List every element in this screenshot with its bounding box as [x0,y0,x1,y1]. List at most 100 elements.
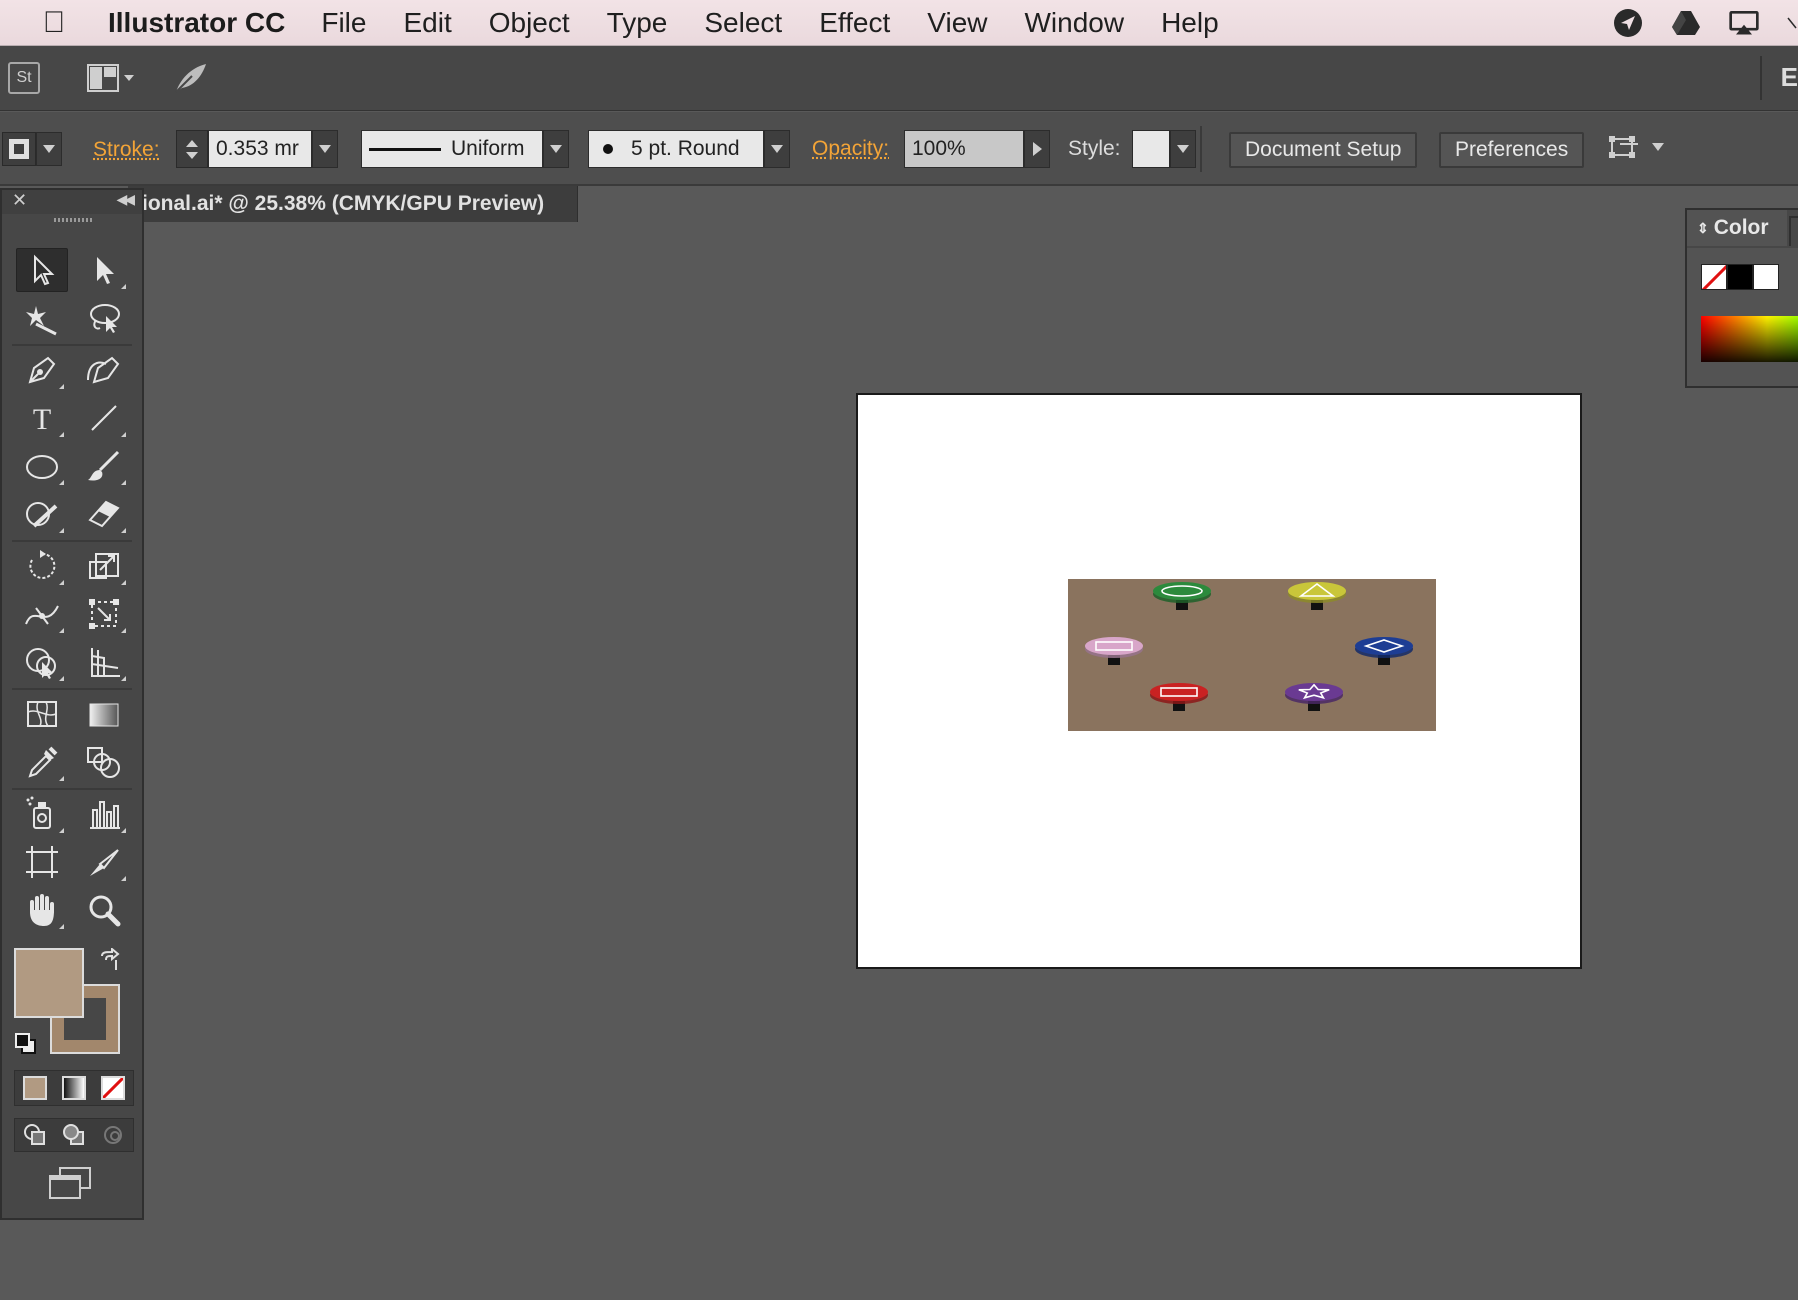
symbol-sprayer-tool-icon[interactable] [16,792,68,836]
default-fill-stroke-icon[interactable] [14,1032,38,1056]
extra-tray-icon[interactable] [1786,7,1798,39]
stroke-weight-dropdown[interactable] [312,130,338,168]
panel-grip-icon[interactable] [54,218,92,222]
artboard[interactable] [856,393,1582,969]
gradient-mode-icon[interactable] [61,1076,86,1100]
second-panel-tab[interactable] [1789,216,1798,246]
width-tool-icon[interactable] [16,592,68,636]
selection-tool-icon[interactable] [16,248,68,292]
essentials-workspace-label[interactable]: E [1781,62,1798,93]
paintbrush-tool-icon[interactable] [78,444,130,488]
color-spectrum[interactable] [1701,316,1798,362]
preferences-button[interactable]: Preferences [1439,132,1585,168]
document-tab[interactable]: ional.ai* @ 25.38% (CMYK/GPU Preview) [128,186,578,222]
arrange-documents-button[interactable] [86,62,142,94]
free-transform-tool-icon[interactable] [78,592,130,636]
scale-tool-icon[interactable] [78,544,130,588]
opacity-slider-arrow[interactable] [1024,130,1050,168]
menu-window[interactable]: Window [1024,7,1124,39]
controlbar-divider [1200,126,1202,172]
feather-icon[interactable] [170,60,210,96]
swap-fill-stroke-icon[interactable] [98,946,122,972]
tools-separator [12,788,132,790]
menu-object[interactable]: Object [489,7,570,39]
menu-file[interactable]: File [321,7,366,39]
profile-dropdown[interactable] [543,130,569,168]
apple-menu-icon[interactable]:  [0,6,108,40]
color-panel: ⇕ Color [1685,208,1798,388]
color-mode-icon[interactable] [22,1076,47,1100]
black-swatch[interactable] [1727,264,1753,290]
mesh-tool-icon[interactable] [16,692,68,736]
blend-tool-icon[interactable] [78,740,130,784]
curvature-tool-icon[interactable] [78,348,130,392]
close-icon[interactable]: ✕ [12,190,27,211]
eyedropper-tool-icon[interactable] [16,740,68,784]
menu-edit[interactable]: Edit [403,7,451,39]
hand-tool-icon[interactable] [16,888,68,932]
uniform-stroke-line-icon [369,147,441,151]
airplay-icon[interactable] [1728,7,1760,39]
rotate-tool-icon[interactable] [16,544,68,588]
draw-behind-icon[interactable] [61,1122,87,1148]
ellipse-tool-icon[interactable] [16,444,68,488]
eraser-tool-icon[interactable] [78,492,130,536]
artboard-tool-icon[interactable] [16,840,68,884]
document-setup-button[interactable]: Document Setup [1229,132,1418,168]
adobe-stock-button[interactable]: St [8,62,40,94]
brush-definition: 5 pt. Round [588,130,790,168]
application-bar: St E [0,46,1798,111]
gradient-tool-icon[interactable] [78,692,130,736]
menu-effect[interactable]: Effect [819,7,890,39]
transform-icon[interactable] [1608,132,1642,162]
menu-view[interactable]: View [927,7,987,39]
pen-tool-icon[interactable] [16,348,68,392]
none-mode-icon[interactable] [101,1076,126,1100]
stroke-swatch-icon[interactable] [2,132,36,166]
lasso-tool-icon[interactable] [78,296,130,340]
transform-dropdown-arrow[interactable] [1652,143,1664,151]
artwork-group[interactable] [1068,579,1436,731]
perspective-grid-tool-icon[interactable] [78,640,130,684]
draw-inside-icon[interactable] [100,1122,126,1148]
brush-definition-field[interactable]: 5 pt. Round [588,130,764,168]
stroke-weight-input[interactable]: 0.353 mr [208,130,312,168]
stroke-label[interactable]: Stroke: [93,138,160,162]
navigation-icon[interactable] [1612,7,1644,39]
opacity-label[interactable]: Opacity: [812,137,889,161]
color-mode-row [14,1070,134,1106]
stroke-stepper-arrows[interactable] [176,130,208,168]
line-segment-tool-icon[interactable] [78,396,130,440]
graphic-style-dropdown[interactable] [1170,130,1196,168]
direct-selection-tool-icon[interactable] [78,248,130,292]
color-panel-title: Color [1713,216,1769,239]
drive-icon[interactable] [1670,7,1702,39]
transform-options[interactable] [1608,132,1664,162]
graphic-style-swatch[interactable] [1132,130,1170,168]
magic-wand-tool-icon[interactable] [16,296,68,340]
variable-width-profile-field[interactable]: Uniform [361,130,543,168]
tools-panel-header: ✕ ◀◀ [2,190,142,214]
screen-mode-icon[interactable] [46,1166,94,1202]
opacity-input[interactable]: 100% [904,130,1024,168]
stroke-swatch-dropdown[interactable] [36,132,62,166]
brush-dropdown[interactable] [764,130,790,168]
type-tool-icon[interactable]: T [16,396,68,440]
collapse-panel-icon[interactable]: ◀◀ [116,191,134,208]
menu-help[interactable]: Help [1161,7,1219,39]
opacity-control: 100% [904,130,1050,168]
zoom-tool-icon[interactable] [78,888,130,932]
fill-swatch[interactable] [14,948,84,1018]
slice-tool-icon[interactable] [78,840,130,884]
graphic-style-picker [1132,130,1196,168]
draw-normal-icon[interactable] [22,1122,48,1148]
none-swatch-icon[interactable] [1701,264,1727,290]
menu-select[interactable]: Select [704,7,782,39]
color-panel-tab[interactable]: ⇕ Color [1687,210,1787,246]
white-swatch[interactable] [1753,264,1779,290]
shape-builder-tool-icon[interactable] [16,640,68,684]
menu-type[interactable]: Type [607,7,668,39]
shaper-tool-icon[interactable] [16,492,68,536]
app-name-menu[interactable]: Illustrator CC [108,7,285,39]
column-graph-tool-icon[interactable] [78,792,130,836]
